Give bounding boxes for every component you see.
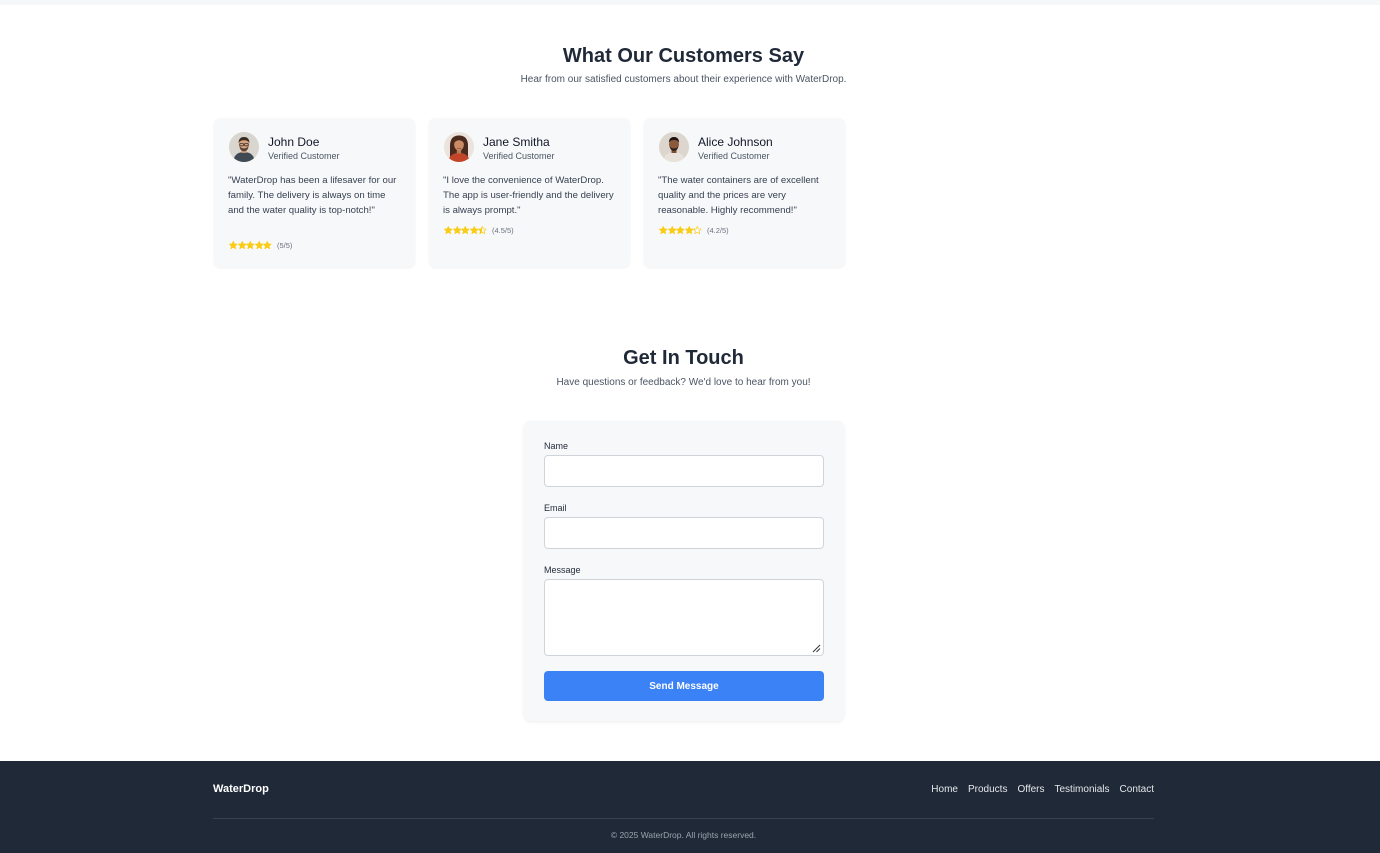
star-filled-icon xyxy=(229,241,238,250)
star-filled-icon xyxy=(452,226,462,235)
customer-role: Verified Customer xyxy=(268,151,340,161)
star-filled-icon xyxy=(444,226,453,235)
star-filled-icon xyxy=(469,226,479,235)
customer-name: Alice Johnson xyxy=(698,135,773,149)
star-rating-icon xyxy=(659,226,702,235)
copyright: © 2025 WaterDrop. All rights reserved. xyxy=(610,830,757,840)
message-label: Message xyxy=(544,565,581,575)
star-filled-icon xyxy=(659,226,668,235)
footer-link-offers[interactable]: Offers xyxy=(1017,784,1044,795)
footer-link-contact[interactable]: Contact xyxy=(1120,784,1154,795)
testimonial-card: John Doe Verified Customer "WaterDrop ha… xyxy=(214,118,415,267)
testimonial-quote: "I love the convenience of WaterDrop. Th… xyxy=(443,175,614,216)
customer-name: Jane Smitha xyxy=(483,135,550,149)
star-filled-icon xyxy=(676,226,685,235)
star-filled-icon xyxy=(254,241,264,250)
star-filled-icon xyxy=(667,226,677,235)
avatar xyxy=(659,132,689,162)
resize-handle-icon[interactable] xyxy=(812,644,821,653)
testimonial-card: Alice Johnson Verified Customer "The wat… xyxy=(644,118,845,267)
contact-form: Name Email Message Send Message xyxy=(524,421,844,721)
rating-score: (4.5/5) xyxy=(491,226,514,235)
name-label: Name xyxy=(544,441,569,451)
star-rating-icon xyxy=(444,226,487,235)
star-filled-icon xyxy=(684,226,694,235)
star-filled-icon xyxy=(246,241,255,250)
avatar xyxy=(444,132,474,162)
rating-score: (5/5) xyxy=(276,241,293,250)
testimonial-card: Jane Smitha Verified Customer "I love th… xyxy=(429,118,630,267)
contact-subtitle: Have questions or feedback? We'd love to… xyxy=(556,377,811,388)
avatar xyxy=(229,132,259,162)
star-filled-icon xyxy=(263,241,272,250)
rating: (4.5/5) xyxy=(444,226,514,235)
customer-name: John Doe xyxy=(268,135,320,149)
send-message-button[interactable]: Send Message xyxy=(544,671,824,701)
testimonial-quote: "The water containers are of excellent q… xyxy=(658,175,819,216)
contact-title: Get In Touch xyxy=(623,347,744,369)
footer: WaterDrop Home Products Offers Testimoni… xyxy=(0,761,1380,853)
rating: (4.2/5) xyxy=(659,226,729,235)
customer-role: Verified Customer xyxy=(483,151,555,161)
star-filled-icon xyxy=(237,241,247,250)
testimonials-subtitle: Hear from our satisfied customers about … xyxy=(520,74,847,85)
email-field[interactable] xyxy=(544,517,824,549)
top-strip xyxy=(0,0,1380,5)
star-rating-icon xyxy=(229,241,272,250)
star-half-icon xyxy=(478,226,487,235)
footer-brand[interactable]: WaterDrop xyxy=(213,783,269,795)
star-filled-icon xyxy=(461,226,470,235)
footer-divider xyxy=(213,818,1154,819)
footer-nav: Home Products Offers Testimonials Contac… xyxy=(921,784,1154,795)
footer-link-testimonials[interactable]: Testimonials xyxy=(1055,784,1110,795)
footer-link-home[interactable]: Home xyxy=(931,784,958,795)
rating: (5/5) xyxy=(229,241,292,250)
testimonials-title: What Our Customers Say xyxy=(562,45,805,67)
testimonial-quote: "WaterDrop has been a lifesaver for our … xyxy=(228,175,397,216)
message-field[interactable] xyxy=(544,579,824,656)
star-half-icon xyxy=(693,226,702,235)
customer-role: Verified Customer xyxy=(698,151,770,161)
rating-score: (4.2/5) xyxy=(706,226,729,235)
footer-link-products[interactable]: Products xyxy=(968,784,1007,795)
name-field[interactable] xyxy=(544,455,824,487)
email-label: Email xyxy=(544,503,567,513)
